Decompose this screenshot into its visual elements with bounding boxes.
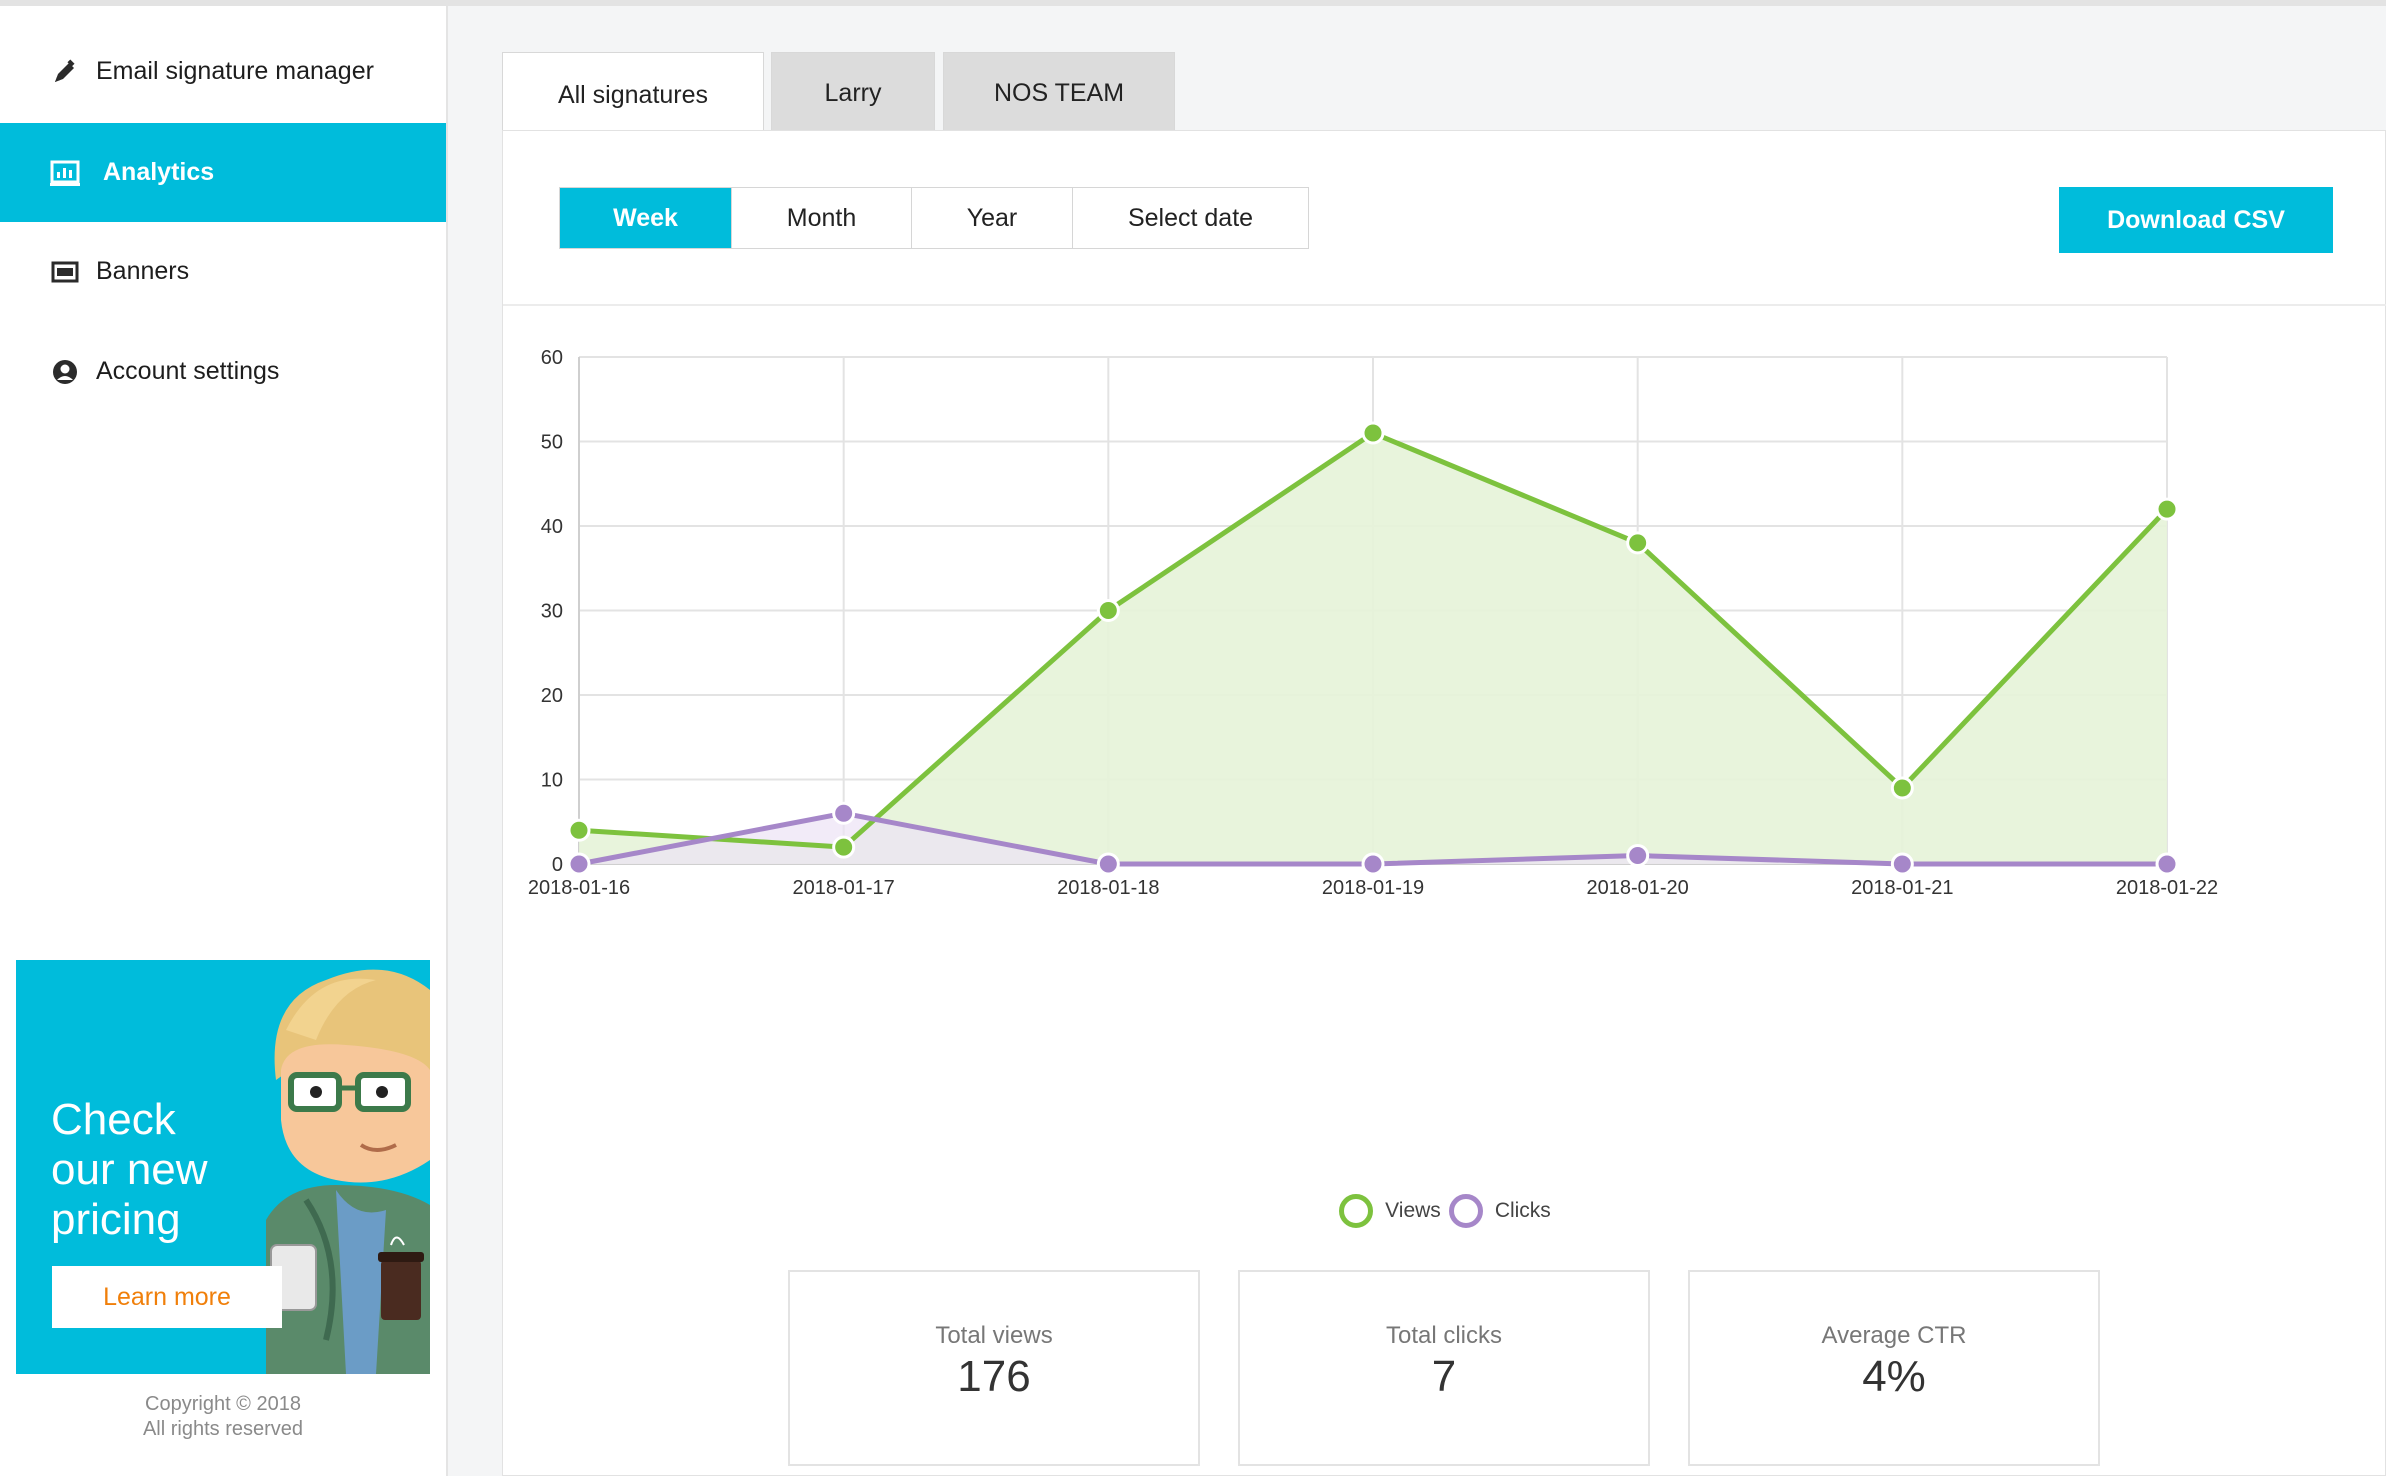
views-point — [832, 835, 856, 859]
x-tick-label: 2018-01-19 — [1322, 877, 1424, 899]
views-point — [2155, 497, 2179, 521]
clicks-point — [1890, 852, 1914, 876]
pen-icon — [50, 57, 80, 87]
views-point — [1626, 531, 1650, 555]
stat-label: Total views — [935, 1322, 1053, 1349]
clicks-point — [832, 801, 856, 825]
tab-nos-team[interactable]: NOS TEAM — [943, 52, 1175, 134]
promo-headline: Check our new pricing — [51, 1095, 208, 1244]
stat-card-total-views: Total views 176 — [788, 1270, 1200, 1466]
stat-value: 176 — [957, 1352, 1031, 1401]
sidebar-item-banners[interactable]: Banners — [0, 222, 446, 321]
sidebar-item-email-signature-manager[interactable]: Email signature manager — [0, 22, 446, 121]
stat-label: Total clicks — [1385, 1322, 1503, 1349]
stat-card-total-clicks: Total clicks 7 — [1238, 1270, 1650, 1466]
stat-card-average-ctr: Average CTR 4% — [1688, 1270, 2100, 1466]
sidebar-item-label: Banners — [96, 257, 190, 285]
copyright-line: Copyright © 2018 — [145, 1393, 301, 1415]
x-tick-label: 2018-01-21 — [1851, 877, 1953, 899]
chart-legend: Views Clicks — [503, 1191, 2386, 1231]
analytics-icon — [50, 158, 80, 188]
views-area — [579, 433, 2167, 864]
legend-swatch-views — [1339, 1194, 1374, 1228]
x-tick-label: 2018-01-22 — [2116, 877, 2218, 899]
views-clicks-line-chart: 0 10 20 30 40 50 60 2018-01-16 2018-01-17 2018-01… — [528, 347, 2218, 899]
pricing-promo-banner[interactable]: Check our new pricing Learn more — [16, 960, 430, 1374]
y-tick-label: 60 — [541, 347, 563, 369]
stat-value: 4% — [1862, 1352, 1926, 1401]
views-point — [567, 818, 591, 842]
y-tick-label: 0 — [552, 854, 563, 876]
y-tick-label: 10 — [541, 770, 563, 792]
clicks-point — [567, 852, 591, 876]
views-point — [1096, 599, 1120, 622]
sidebar-item-label: Analytics — [103, 158, 215, 186]
legend-swatch-clicks — [1448, 1194, 1483, 1228]
sidebar-item-label: Account settings — [96, 357, 280, 385]
sidebar: Email signature manager Analytics Banner… — [0, 6, 448, 1476]
stat-label: Average CTR — [1821, 1322, 1967, 1349]
main-content: All signatures Larry NOS TEAM Week Month… — [448, 6, 2386, 1476]
views-point — [1890, 776, 1914, 800]
mascot-illustration — [266, 969, 430, 1374]
clicks-point — [1361, 852, 1385, 876]
x-tick-label: 2018-01-16 — [528, 877, 630, 899]
tab-all-signatures[interactable]: All signatures — [502, 52, 764, 137]
clicks-point — [2155, 852, 2179, 876]
banner-icon — [50, 257, 80, 287]
learn-more-button[interactable]: Learn more — [52, 1266, 282, 1328]
clicks-point — [1626, 844, 1650, 868]
account-icon — [50, 357, 80, 387]
y-tick-label: 40 — [541, 516, 563, 538]
copyright-line: All rights reserved — [142, 1418, 304, 1440]
y-tick-label: 20 — [541, 685, 563, 707]
sidebar-item-account-settings[interactable]: Account settings — [0, 322, 446, 421]
y-tick-label: 30 — [541, 601, 563, 623]
legend-item-clicks[interactable]: Clicks — [1448, 1194, 1551, 1228]
copyright: Copyright © 2018 All rights reserved — [0, 1392, 446, 1442]
clicks-point — [1096, 852, 1120, 876]
tab-larry[interactable]: Larry — [771, 52, 935, 134]
legend-label: Views — [1385, 1199, 1441, 1222]
x-tick-label: 2018-01-18 — [1057, 877, 1159, 899]
analytics-panel: Week Month Year Select date Download CSV… — [502, 130, 2386, 1476]
y-tick-label: 50 — [541, 432, 563, 454]
sidebar-item-analytics[interactable]: Analytics — [0, 123, 446, 222]
legend-item-views[interactable]: Views — [1339, 1194, 1441, 1228]
views-point — [1361, 421, 1385, 445]
legend-label: Clicks — [1494, 1199, 1551, 1222]
stat-value: 7 — [1431, 1352, 1457, 1401]
sidebar-item-label: Email signature manager — [96, 57, 374, 85]
x-tick-label: 2018-01-17 — [793, 877, 895, 899]
x-tick-label: 2018-01-20 — [1587, 877, 1689, 899]
